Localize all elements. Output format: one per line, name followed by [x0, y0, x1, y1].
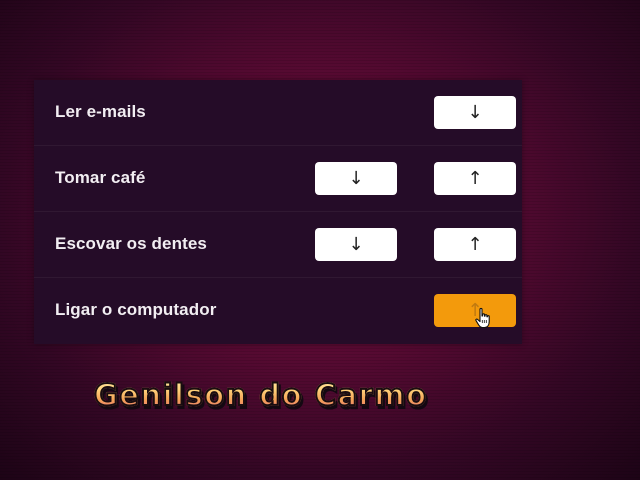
move-down-button[interactable]: ↓ [315, 228, 397, 261]
hand-pointer-cursor-icon [475, 307, 490, 329]
move-up-button[interactable]: ↑ [434, 228, 516, 261]
task-row-ler-emails: Ler e-mails ↓ [34, 80, 522, 146]
task-label: Ler e-mails [55, 102, 146, 121]
task-label: Tomar café [55, 168, 146, 187]
move-up-button[interactable]: ↑ [434, 162, 516, 195]
task-row-escovar-dentes: Escovar os dentes ↓ ↑ [34, 212, 522, 278]
move-down-button[interactable]: ↓ [434, 96, 516, 129]
task-list-panel: Ler e-mails ↓ Tomar café ↓ ↑ Escovar os … [34, 80, 522, 344]
author-signature: Genilson do Carmo [93, 377, 428, 413]
move-down-button[interactable]: ↓ [315, 162, 397, 195]
task-label: Escovar os dentes [55, 234, 207, 253]
task-row-ligar-computador: Ligar o computador ↑ [34, 278, 522, 344]
task-label: Ligar o computador [55, 300, 217, 319]
task-row-tomar-cafe: Tomar café ↓ ↑ [34, 146, 522, 212]
